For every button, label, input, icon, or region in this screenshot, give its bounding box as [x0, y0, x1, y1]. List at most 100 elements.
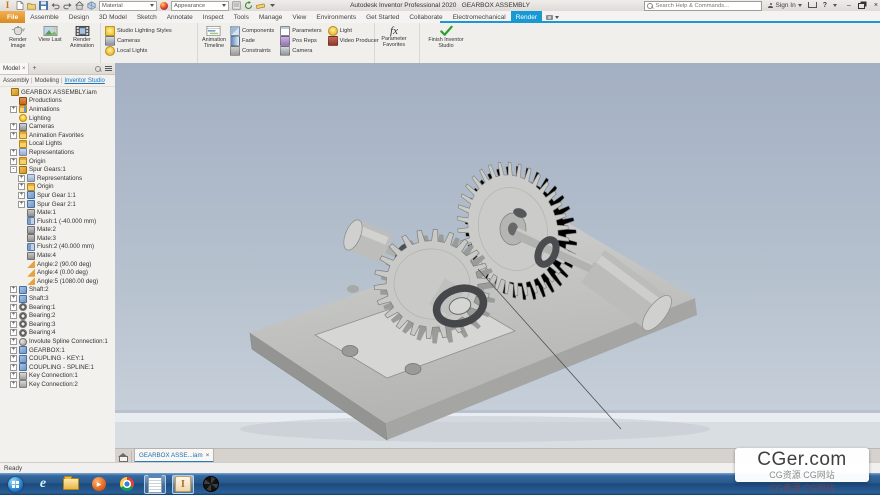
ribbon-button-fade[interactable]: Fade	[230, 36, 274, 45]
tab-manage[interactable]: Manage	[254, 11, 288, 23]
tab-environments[interactable]: Environments	[311, 11, 361, 23]
tree-expand-toggle[interactable]: +	[10, 286, 17, 293]
tab-get-started[interactable]: Get Started	[361, 11, 404, 23]
tab-assemble[interactable]: Assemble	[25, 11, 64, 23]
taskbar-start-button[interactable]	[4, 475, 26, 494]
tree-item-gearbox-assembly-iam[interactable]: +GEARBOX ASSEMBLY.iam	[0, 88, 115, 97]
tree-item-involute-spline-connection-1[interactable]: +Involute Spline Connection:1	[0, 337, 115, 346]
measure-icon[interactable]	[256, 1, 265, 10]
tree-item-flush-1-40-000-mm[interactable]: +Flush:1 (-40.000 mm)	[0, 217, 115, 226]
chevron-down-icon[interactable]	[833, 4, 837, 7]
taskbar-internet-explorer-button[interactable]: e	[32, 475, 54, 494]
taskbar-media-player-button[interactable]: ▶	[88, 475, 110, 494]
browser-tab-model[interactable]: Model ×	[0, 63, 29, 74]
tree-item-bearing-2[interactable]: +Bearing:2	[0, 311, 115, 320]
cameras-button[interactable]: Cameras	[105, 36, 172, 45]
tree-expand-toggle[interactable]: +	[10, 347, 17, 354]
ribbon-button-pos-reps[interactable]: Pos Reps	[280, 36, 321, 45]
tree-item-mate-4[interactable]: +Mate:4	[0, 251, 115, 260]
tree-item-mate-3[interactable]: +Mate:3	[0, 234, 115, 243]
tree-expand-toggle[interactable]: +	[10, 312, 17, 319]
ribbon-button-constraints[interactable]: Constraints	[230, 46, 274, 55]
tab-file[interactable]: File	[0, 11, 25, 23]
tab-view[interactable]: View	[287, 11, 311, 23]
tree-item-bearing-1[interactable]: +Bearing:1	[0, 303, 115, 312]
tree-item-spur-gears-1[interactable]: -Spur Gears:1	[0, 165, 115, 174]
tree-item-angle-4-0-00-deg[interactable]: +Angle:4 (0.00 deg)	[0, 268, 115, 277]
tree-expand-toggle[interactable]: +	[18, 175, 25, 182]
tree-expand-toggle[interactable]: +	[10, 158, 17, 165]
tree-expand-toggle[interactable]: +	[10, 364, 17, 371]
tree-item-productions[interactable]: +Productions	[0, 97, 115, 106]
tree-expand-toggle[interactable]: +	[10, 132, 17, 139]
overflow-icon[interactable]	[268, 1, 277, 10]
save-icon[interactable]	[39, 1, 48, 10]
studio-lighting-styles-button[interactable]: Studio Lighting Styles	[105, 26, 172, 35]
view-style-icon[interactable]	[87, 1, 96, 10]
inventor-logo-icon[interactable]: I	[3, 1, 12, 10]
tree-item-coupling-spline-1[interactable]: +COUPLING - SPLINE:1	[0, 363, 115, 372]
tree-expand-toggle[interactable]: +	[10, 329, 17, 336]
tree-item-animations[interactable]: +Animations	[0, 105, 115, 114]
tree-item-angle-5-1080-00-deg[interactable]: +Angle:5 (1080.00 deg)	[0, 277, 115, 286]
render-animation-button[interactable]: Render Animation	[68, 24, 96, 50]
minimize-button[interactable]: –	[847, 2, 851, 9]
tree-item-representations[interactable]: +Representations	[0, 148, 115, 157]
tree-expand-toggle[interactable]: +	[10, 355, 17, 362]
render-image-button[interactable]: Render Image	[4, 24, 32, 50]
tree-item-bearing-4[interactable]: +Bearing:4	[0, 329, 115, 338]
tab-inspect[interactable]: Inspect	[198, 11, 229, 23]
tree-expand-toggle[interactable]: +	[18, 192, 25, 199]
taskbar-folder-button[interactable]	[60, 475, 82, 494]
tree-expand-toggle[interactable]: +	[10, 381, 17, 388]
update-icon[interactable]	[244, 1, 253, 10]
taskbar-sticky-notes-button[interactable]	[144, 475, 166, 494]
tab-tools[interactable]: Tools	[229, 11, 254, 23]
home-icon[interactable]	[75, 1, 84, 10]
tab-sketch[interactable]: Sketch	[132, 11, 162, 23]
tab-design[interactable]: Design	[64, 11, 94, 23]
close-button[interactable]: ×	[874, 2, 878, 9]
tree-expand-toggle[interactable]: +	[10, 321, 17, 328]
tree-expand-toggle[interactable]: +	[10, 295, 17, 302]
browser-menu-icon[interactable]	[105, 66, 112, 71]
tree-item-cameras[interactable]: +Cameras	[0, 122, 115, 131]
tree-item-spur-gear-2-1[interactable]: +Spur Gear 2:1	[0, 200, 115, 209]
sign-in-button[interactable]: Sign In	[768, 2, 801, 9]
taskbar-inventor-button[interactable]: I	[172, 475, 194, 494]
taskbar-screen-recorder-button[interactable]	[200, 475, 222, 494]
tree-item-mate-1[interactable]: +Mate:1	[0, 208, 115, 217]
restore-button[interactable]	[858, 3, 865, 9]
appearance-dropdown[interactable]: Appearance	[171, 1, 229, 11]
tree-item-angle-2-90-00-deg[interactable]: +Angle:2 (90.00 deg)	[0, 260, 115, 269]
tree-expand-toggle[interactable]: +	[10, 372, 17, 379]
tree-expand-toggle[interactable]: +	[10, 149, 17, 156]
tab-3d-model[interactable]: 3D Model	[94, 11, 132, 23]
tree-item-key-connection-1[interactable]: +Key Connection:1	[0, 372, 115, 381]
viewport[interactable]: Animation Timeline ◀ ◀ 15.0 s ▶ ▶ Camera…	[115, 63, 880, 448]
ribbon-button-video-producer[interactable]: Video Producer	[328, 36, 379, 45]
finish-inventor-studio-button[interactable]: Finish Inventor Studio	[424, 24, 468, 50]
tree-item-bearing-3[interactable]: +Bearing:3	[0, 320, 115, 329]
tree-item-spur-gear-1-1[interactable]: +Spur Gear 1:1	[0, 191, 115, 200]
tree-expand-toggle[interactable]: +	[10, 106, 17, 113]
tree-item-shaft-2[interactable]: +Shaft:2	[0, 286, 115, 295]
ribbon-button-camera[interactable]: Camera	[280, 46, 321, 55]
tree-expand-toggle[interactable]: +	[18, 183, 25, 190]
tree-item-origin[interactable]: +Origin	[0, 157, 115, 166]
taskbar-chrome-button[interactable]	[116, 475, 138, 494]
redo-icon[interactable]	[63, 1, 72, 10]
material-dropdown[interactable]: Material	[99, 1, 157, 11]
local-lights-button[interactable]: Local Lights	[105, 46, 172, 55]
new-file-icon[interactable]	[15, 1, 24, 10]
tree-item-local-lights[interactable]: +Local Lights	[0, 140, 115, 149]
search-input[interactable]: Search Help & Commands...	[644, 1, 762, 11]
undo-icon[interactable]	[51, 1, 60, 10]
appearance-swatch-icon[interactable]	[160, 2, 168, 10]
iproperties-icon[interactable]	[232, 1, 241, 10]
tree-expand-toggle[interactable]: +	[18, 201, 25, 208]
tree-item-mate-2[interactable]: +Mate:2	[0, 226, 115, 235]
environment-link-inventor-studio[interactable]: Inventor Studio	[65, 78, 105, 84]
document-tab-close-icon[interactable]: ×	[206, 452, 210, 459]
add-browser-tab-button[interactable]: +	[29, 65, 39, 72]
